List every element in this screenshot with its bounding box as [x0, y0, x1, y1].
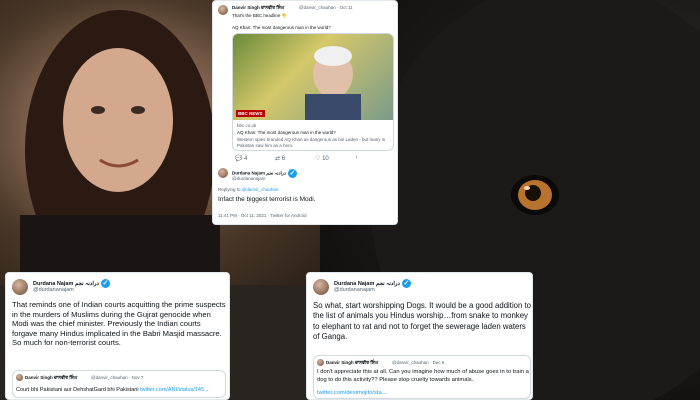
- quote-handle-text: @danvir_chauhan: [392, 360, 429, 365]
- retweet-icon: ⇄: [275, 156, 281, 162]
- tweet-time: Oct 11: [339, 5, 353, 10]
- link-domain: bbc.co.uk: [237, 123, 257, 128]
- quote-author-handle: @danvir_chauhan · Dec 6: [392, 360, 444, 365]
- bottom-left-tweet-card[interactable]: Durdana Najam درادنہ نجم ✓ @durdananajam …: [5, 272, 230, 400]
- author-name[interactable]: Danvir Singh ਦਾਨਵੀਰ ਸਿੰਘ: [232, 5, 284, 10]
- replying-to: Replying to @danvir_chauhan: [218, 187, 278, 192]
- headline-text: AQ Khan: The most dangerous man in the w…: [232, 25, 331, 30]
- quote-text: Court bhi Pakistani aur DehshatGard bhi …: [16, 387, 209, 393]
- avatar[interactable]: [313, 279, 329, 295]
- link-title: AQ Khan: The most dangerous man in the w…: [237, 130, 336, 135]
- author-handle[interactable]: @danvir_chauhan · Oct 11: [299, 5, 353, 10]
- author-handle[interactable]: @durdananajam: [33, 287, 74, 293]
- reply-text: Infact the biggest terrorist is Modi.: [218, 196, 316, 203]
- reply-icon: 💬: [235, 156, 243, 162]
- reply-count: 4: [244, 156, 248, 162]
- replying-to-prefix: Replying to: [218, 187, 241, 192]
- author-handle-text: @danvir_chauhan: [299, 5, 336, 10]
- tweet-text: That's the BBC headline 👇: [232, 13, 288, 18]
- quote-link[interactable]: twitter.com/desimojito/sta...: [317, 390, 387, 396]
- like-button[interactable]: ♡ 10: [315, 155, 329, 162]
- quote-author-name: Danvir Singh ਦਾਨਵੀਰ ਸਿੰਘ: [326, 360, 379, 365]
- top-tweet-card[interactable]: Danvir Singh ਦਾਨਵੀਰ ਸਿੰਘ @danvir_chauhan…: [212, 0, 398, 225]
- quote-handle-text: @danvir_chauhan: [91, 375, 128, 380]
- reply-button[interactable]: 💬 4: [235, 155, 248, 162]
- reply-avatar[interactable]: [218, 168, 228, 178]
- quote-author-handle: @danvir_chauhan · Nov 7: [91, 375, 143, 380]
- quote-avatar: [16, 374, 23, 381]
- quote-link[interactable]: twitter.com/ANI/status/145...: [140, 387, 208, 393]
- quote-author-name: Danvir Singh ਦਾਨਵੀਰ ਸਿੰਘ: [25, 375, 78, 380]
- verified-icon: ✓: [288, 169, 297, 178]
- quoted-tweet[interactable]: Danvir Singh ਦਾਨਵੀਰ ਸਿੰਘ @danvir_chauhan…: [313, 355, 531, 399]
- avatar[interactable]: [218, 5, 228, 15]
- quoted-tweet[interactable]: Danvir Singh ਦਾਨਵੀਰ ਸਿੰਘ @danvir_chauhan…: [12, 370, 226, 398]
- author-handle[interactable]: @durdananajam: [334, 287, 375, 293]
- bottom-right-tweet-card[interactable]: Durdana Najam درادنہ نجم ✓ @durdananajam …: [306, 272, 533, 400]
- reply-meta: 11:41 PM · Oct 11, 2021 · Twitter for An…: [218, 213, 307, 218]
- replying-to-link[interactable]: @danvir_chauhan: [242, 187, 279, 192]
- quote-avatar: [317, 359, 324, 366]
- link-card[interactable]: BBC NEWS bbc.co.uk AQ Khan: The most dan…: [232, 33, 394, 151]
- tweet-text: So what, start worshipping Dogs. It woul…: [313, 301, 532, 342]
- link-description: Western spies branded AQ Khan as dangero…: [237, 137, 386, 148]
- bbc-news-badge: BBC NEWS: [236, 110, 265, 117]
- quote-text: I don't appreciate this at all. Can you …: [317, 369, 529, 383]
- avatar[interactable]: [12, 279, 28, 295]
- article-image[interactable]: BBC NEWS: [233, 34, 393, 120]
- quote-time: · Dec 6: [429, 360, 445, 365]
- quote-time: · Nov 7: [128, 375, 144, 380]
- like-count: 10: [322, 156, 329, 162]
- share-icon: ↑: [355, 155, 358, 161]
- verified-icon: ✓: [401, 279, 411, 288]
- article-image-illustration: [305, 46, 361, 120]
- verified-icon: ✓: [100, 279, 110, 288]
- retweet-count: 6: [281, 156, 286, 162]
- reply-author-handle[interactable]: @durdananajam: [232, 176, 265, 181]
- tweet-text: That reminds one of Indian courts acquit…: [12, 300, 226, 348]
- heart-icon: ♡: [315, 156, 321, 162]
- quote-text-body: Court bhi Pakistani aur DehshatGard bhi …: [16, 387, 139, 393]
- share-button[interactable]: ↑: [355, 155, 358, 161]
- reply-author-name-text: Durdana Najam درادنہ نجم: [232, 170, 286, 176]
- retweet-button[interactable]: ⇄ 6: [275, 155, 285, 162]
